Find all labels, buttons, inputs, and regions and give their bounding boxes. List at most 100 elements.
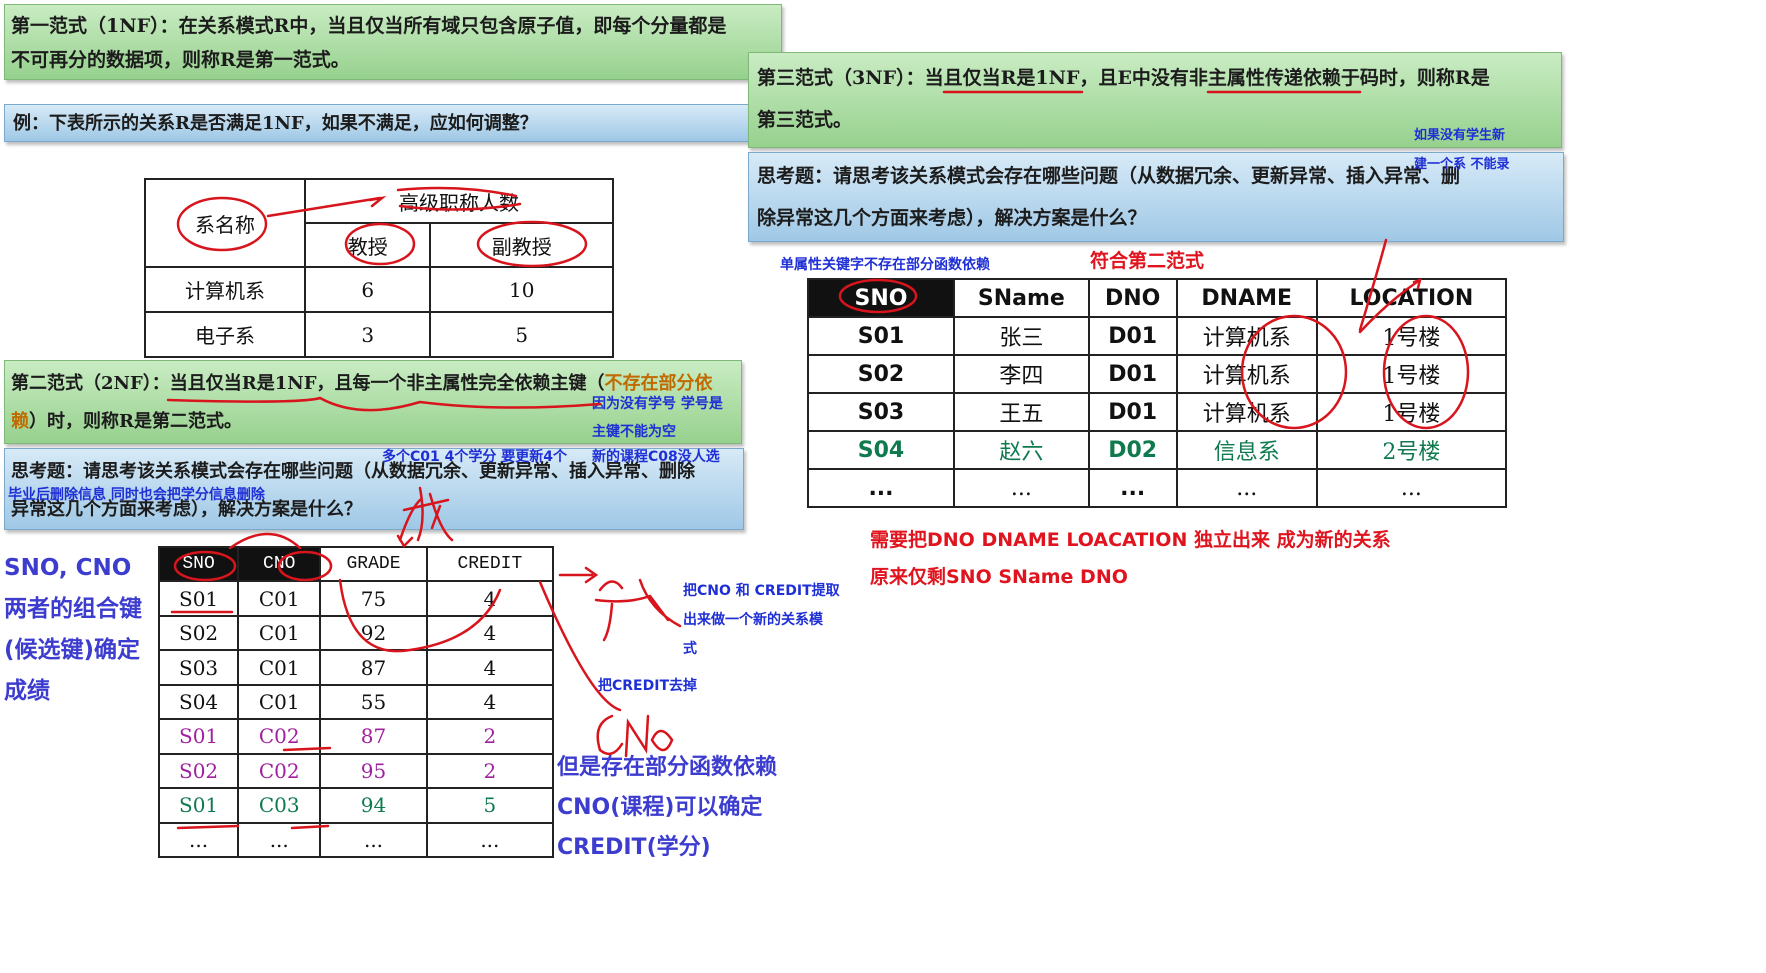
table2-cell: S01: [157, 718, 240, 755]
note-composite-key: SNO, CNO 两者的组合键 (候选键)确定 成绩: [4, 548, 142, 712]
composite-key-line: SNO, CNO: [4, 555, 132, 581]
table2-cell: S01: [157, 580, 240, 617]
example-box: 例：下表所示的关系R是否满足1NF，如果不满足，应如何调整？: [4, 104, 784, 142]
table2-cell: 4: [425, 614, 555, 652]
partial-dep-line: CNO(课程)可以确定: [557, 795, 763, 820]
example-text: 例：下表所示的关系R是否满足1NF，如果不满足，应如何调整？: [13, 113, 538, 134]
table-row: S02 C02 95 2: [157, 752, 555, 790]
dept-name-header: 系名称: [144, 178, 306, 268]
composite-key-line: 成绩: [4, 678, 50, 704]
location-header: LOCATION: [1315, 278, 1508, 318]
student-dept-table: SNO SName DNO DNAME LOCATION S01 张三 D01 计算机…: [807, 278, 1508, 508]
table3-cell: ...: [1087, 468, 1178, 508]
table3-cell: 1号楼: [1315, 354, 1508, 394]
table1-cell: 6: [303, 266, 432, 313]
table3-cell: ...: [807, 468, 955, 508]
note-extract-cno: 把CNO 和 CREDIT提取 出来做一个新的关系模 式: [683, 577, 840, 664]
table3-cell: 信息系: [1175, 430, 1318, 470]
table2-cell: 5: [425, 787, 555, 824]
table2-cell: S02: [157, 752, 240, 790]
sname-header: SName: [953, 278, 1090, 318]
table3-cell: S01: [807, 316, 955, 356]
table2-cell: C02: [237, 718, 322, 755]
table2-cell: ...: [237, 821, 322, 858]
table-row: S04 C01 55 4: [157, 683, 555, 721]
nf1-line1: 第一范式（1NF）：在关系模式R中，当且仅当所有域只包含原子值，即每个分量都是: [11, 15, 727, 37]
table3-cell: 计算机系: [1175, 392, 1318, 432]
nf1-line2: 不可再分的数据项，则称R是第一范式。: [11, 49, 350, 71]
table-row: ............: [157, 821, 555, 858]
partial-dep-line: 但是存在部分函数依赖: [557, 755, 778, 780]
table1-cell: 电子系: [144, 311, 306, 358]
table2-cell: C02: [237, 752, 322, 790]
note-partial-dependency: 但是存在部分函数依赖 CNO(课程)可以确定 CREDIT(学分): [557, 748, 777, 868]
table1-cell: 3: [303, 311, 432, 358]
table1-cell: 10: [429, 266, 614, 313]
table3-cell: D01: [1087, 316, 1178, 356]
table2-cell: 55: [319, 683, 428, 721]
table2-cell: S02: [157, 614, 240, 652]
table-row: S01 C02 87 2: [157, 718, 555, 755]
table3-cell: 张三: [953, 316, 1090, 356]
nf2-highlight: 不存在部分依: [604, 373, 713, 394]
note-no-new-student: 如果没有学生新: [1414, 128, 1506, 143]
table2-cell: 87: [319, 649, 428, 686]
table2-cell: ...: [425, 821, 555, 858]
table3-cell: ...: [953, 468, 1090, 508]
table-row: S03 C01 87 4: [157, 649, 555, 686]
table2-cell: C01: [237, 683, 322, 721]
sno-header: SNO: [157, 545, 240, 583]
note-remove-credit: 把CREDIT去掉: [598, 678, 697, 694]
note-graduate-delete: 毕业后删除信息 同时也会把学分信息删除: [8, 487, 265, 503]
table2-cell: 94: [319, 787, 428, 824]
table3-cell: 赵六: [953, 430, 1090, 470]
table2-cell: C03: [237, 787, 322, 824]
table3-cell: D01: [1087, 354, 1178, 394]
table-row: S01 C03 94 5: [157, 787, 555, 824]
nf1-definition-box: 第一范式（1NF）：在关系模式R中，当且仅当所有域只包含原子值，即每个分量都是 …: [4, 4, 782, 80]
assoc-professor-header: 副教授: [429, 222, 614, 268]
think2-line2: 除异常这几个方面来考虑），解决方案是什么？: [757, 207, 1147, 229]
table-row: S01 C01 75 4: [157, 580, 555, 617]
table2-cell: S03: [157, 649, 240, 686]
extract-cno-line: 式: [683, 641, 697, 657]
table3-cell: S04: [807, 430, 955, 470]
senior-title-header: 高级职称人数: [304, 178, 614, 224]
note-remaining-attrs: 原来仅剩SNO SName DNO: [870, 566, 1128, 588]
credit-header: CREDIT: [425, 545, 555, 583]
table2-cell: ...: [157, 821, 240, 858]
table2-cell: 87: [319, 718, 428, 755]
table3-cell: 2号楼: [1315, 430, 1508, 470]
grade-header: GRADE: [319, 545, 428, 583]
table2-cell: 2: [425, 718, 555, 755]
note-single-attr-key: 单属性关键字不存在部分函数依赖: [780, 257, 990, 273]
arrow-credit: [558, 566, 599, 584]
dname-header: DNAME: [1175, 278, 1318, 318]
grade-credit-table: SNO CNO GRADE CREDIT S01 C01 75 4 S02 C01 92 4 S…: [157, 545, 555, 858]
table2-cell: ...: [319, 821, 428, 858]
nf2-line2: ）时，则称R是第二范式。: [29, 411, 242, 432]
table3-cell: ...: [1175, 468, 1318, 508]
table-row: S04 赵六 D02 信息系 2号楼: [807, 430, 1508, 470]
table2-cell: 2: [425, 752, 555, 790]
table-row: S01 张三 D01 计算机系 1号楼: [807, 316, 1508, 356]
table2-cell: C01: [237, 649, 322, 686]
table3-cell: 王五: [953, 392, 1090, 432]
sno-header: SNO: [807, 278, 955, 318]
composite-key-line: 两者的组合键: [4, 596, 142, 622]
table3-cell: S03: [807, 392, 955, 432]
table2-cell: C01: [237, 614, 322, 652]
professor-header: 教授: [303, 222, 432, 268]
composite-key-line: (候选键)确定: [4, 637, 141, 663]
table2-cell: C01: [237, 580, 322, 617]
table3-cell: S02: [807, 354, 955, 394]
nf2-line1: 第二范式（2NF）：当且仅当R是1NF，且每一个非主属性完全依赖主键（: [11, 373, 605, 394]
handwriting-credit: [594, 578, 682, 642]
nf2-highlight-end: 赖: [11, 411, 29, 432]
table3-cell: 1号楼: [1315, 392, 1508, 432]
table2-cell: S01: [157, 787, 240, 824]
cno-header: CNO: [237, 545, 322, 583]
table2-cell: 4: [425, 580, 555, 617]
dept-title-table: 系名称 高级职称人数 教授 副教授 计算机系 6 10 电子系 3 5: [144, 178, 614, 358]
table2-cell: 75: [319, 580, 428, 617]
